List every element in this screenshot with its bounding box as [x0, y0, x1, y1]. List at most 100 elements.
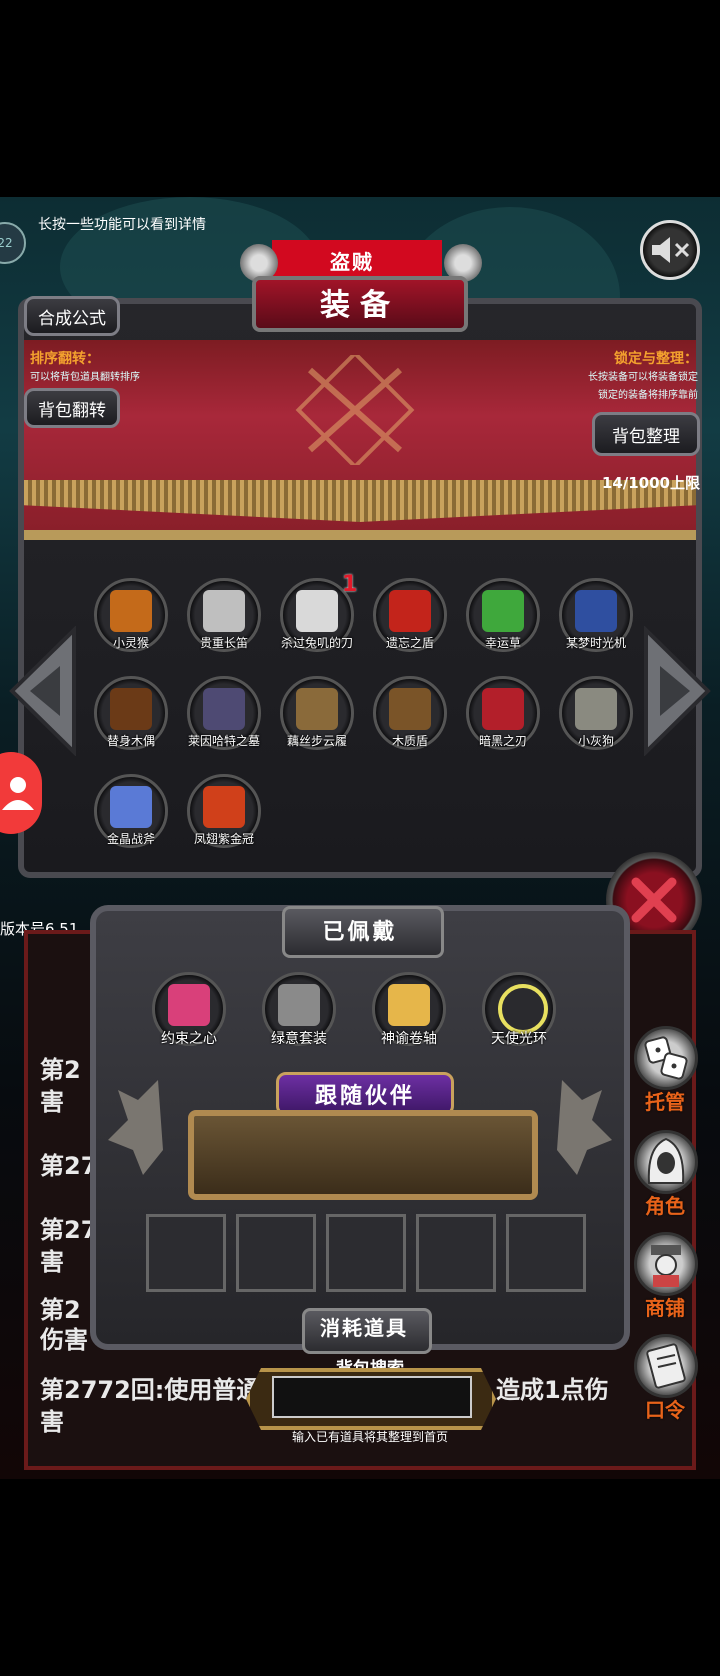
- inventory-item[interactable]: 木质盾: [369, 672, 451, 754]
- item-label: 小灰狗: [577, 734, 614, 748]
- item-label: 金晶战斧: [106, 832, 155, 846]
- lock-desc: 长按装备可以将装备锁定: [588, 372, 698, 383]
- user-tab[interactable]: [0, 752, 42, 834]
- item-icon: [168, 984, 210, 1026]
- item-label: 约束之心: [161, 1031, 217, 1047]
- code-label: 口令: [645, 1398, 685, 1422]
- item-grid: 小灵猴 贵重长笛 杀过兔叽的刀 1 遗忘之盾 幸运草 某梦时光机替身木偶 莱因哈特之墓 藕丝步云…: [90, 572, 650, 874]
- inventory-item[interactable]: 替身木偶: [90, 672, 172, 754]
- auto-play-button[interactable]: [634, 1026, 698, 1090]
- inventory-item[interactable]: 遗忘之盾: [369, 574, 451, 656]
- inventory-item[interactable]: 莱因哈特之墓: [183, 672, 265, 754]
- inventory-item[interactable]: 杀过兔叽的刀 1: [276, 572, 358, 656]
- log-line: 害: [40, 1248, 64, 1276]
- lock-desc: 锁定的装备将排序靠前: [598, 390, 698, 401]
- dragon-statue-icon: [557, 1080, 612, 1175]
- inventory-item[interactable]: 贵重长笛: [183, 574, 265, 656]
- inventory-item[interactable]: 小灰狗: [555, 672, 637, 754]
- consumable-slot[interactable]: [326, 1214, 406, 1292]
- character-label: 角色: [645, 1194, 685, 1218]
- log-line: 害: [40, 1088, 64, 1116]
- item-label: 杀过兔叽的刀: [280, 636, 353, 650]
- log-line: 害: [40, 1408, 64, 1436]
- scroll-icon: [646, 1343, 686, 1389]
- user-icon: [2, 777, 34, 810]
- dice-icon: [644, 1036, 688, 1080]
- item-label: 某梦时光机: [565, 636, 626, 650]
- log-line: 伤害: [40, 1326, 88, 1354]
- prev-page-arrow-icon[interactable]: [8, 626, 78, 756]
- bag-sort-button[interactable]: 背包整理: [592, 412, 700, 456]
- consumable-title: 消耗道具: [320, 1316, 408, 1340]
- inventory-item[interactable]: 藕丝步云履: [276, 672, 358, 754]
- search-input[interactable]: [272, 1376, 472, 1418]
- inventory-item[interactable]: 小灵猴: [90, 574, 172, 656]
- inventory-item[interactable]: 某梦时光机: [555, 574, 637, 656]
- auto-play-label: 托管: [645, 1090, 685, 1114]
- companion-slot[interactable]: [188, 1110, 538, 1200]
- item-icon: [482, 688, 524, 730]
- item-icon: [110, 786, 152, 828]
- item-label: 幸运草: [484, 636, 521, 650]
- class-tab-label[interactable]: 盗贼: [330, 246, 374, 275]
- item-label: 天使光环: [491, 1031, 547, 1047]
- speaker-muted-icon: [652, 237, 690, 263]
- code-button[interactable]: [634, 1334, 698, 1398]
- shop-label: 商铺: [645, 1296, 685, 1320]
- sort-flip-desc: 可以将背包道具翻转排序: [30, 372, 140, 383]
- item-label: 木质盾: [391, 734, 428, 748]
- item-icon: [203, 786, 245, 828]
- equipped-item[interactable]: 神谕卷轴: [368, 968, 450, 1050]
- item-label: 贵重长笛: [199, 636, 248, 650]
- bag-capacity: 14/1000上限: [601, 474, 700, 492]
- item-label: 遗忘之盾: [385, 636, 434, 650]
- log-line: 第27: [40, 1216, 98, 1244]
- log-line: 造成1点伤: [496, 1376, 609, 1404]
- log-line: 第2772回:使用普通: [40, 1376, 261, 1404]
- item-icon: [296, 688, 338, 730]
- character-button[interactable]: [634, 1130, 698, 1194]
- page-title: 装备: [320, 288, 400, 323]
- inventory-item[interactable]: 金晶战斧: [90, 770, 172, 852]
- equipped-title: 已佩戴: [322, 920, 398, 945]
- item-icon: [203, 688, 245, 730]
- item-icon: [389, 688, 431, 730]
- hooded-character-icon: [647, 1137, 685, 1184]
- bag-flip-button[interactable]: 背包翻转: [24, 388, 120, 428]
- item-icon: [278, 984, 320, 1026]
- item-icon: [203, 590, 245, 632]
- consumable-slot[interactable]: [416, 1214, 496, 1292]
- lock-sort-title: 锁定与整理：: [614, 351, 698, 367]
- item-label: 替身木偶: [106, 734, 155, 748]
- next-page-arrow-icon[interactable]: [642, 626, 712, 756]
- inventory-item[interactable]: 暗黑之刃: [462, 672, 544, 754]
- consumable-slot[interactable]: [146, 1214, 226, 1292]
- item-icon: [110, 590, 152, 632]
- shop-button[interactable]: [634, 1232, 698, 1296]
- sort-flip-title: 排序翻转：: [30, 351, 100, 367]
- shopkeeper-icon: [651, 1245, 681, 1287]
- consumable-slot[interactable]: [506, 1214, 586, 1292]
- search-hint: 输入已有道具将其整理到首页: [291, 1430, 448, 1444]
- recipe-button[interactable]: 合成公式: [24, 296, 120, 336]
- item-label: 莱因哈特之墓: [187, 734, 260, 748]
- log-line: 第2: [40, 1056, 81, 1084]
- item-label: 凤翅紫金冠: [193, 832, 254, 846]
- item-icon: [498, 984, 548, 1034]
- equipped-items: 约束之心 绿意套装 神谕卷轴 天使光环: [148, 968, 588, 1068]
- mute-button[interactable]: [640, 220, 700, 280]
- item-icon: [482, 590, 524, 632]
- inventory-item[interactable]: 幸运草: [462, 574, 544, 656]
- equipped-item[interactable]: 绿意套装: [258, 968, 340, 1050]
- item-icon: [388, 984, 430, 1026]
- equipped-item[interactable]: 天使光环: [478, 968, 560, 1050]
- item-icon: [575, 688, 617, 730]
- equipped-item[interactable]: 约束之心: [148, 968, 230, 1050]
- companion-title: 跟随伙伴: [314, 1084, 415, 1109]
- item-label: 绿意套装: [271, 1031, 327, 1047]
- item-icon: [575, 590, 617, 632]
- inventory-item[interactable]: 凤翅紫金冠: [183, 770, 265, 852]
- consumable-slot[interactable]: [236, 1214, 316, 1292]
- item-label: 神谕卷轴: [381, 1031, 437, 1047]
- hint-text: 长按一些功能可以看到详情: [38, 217, 206, 233]
